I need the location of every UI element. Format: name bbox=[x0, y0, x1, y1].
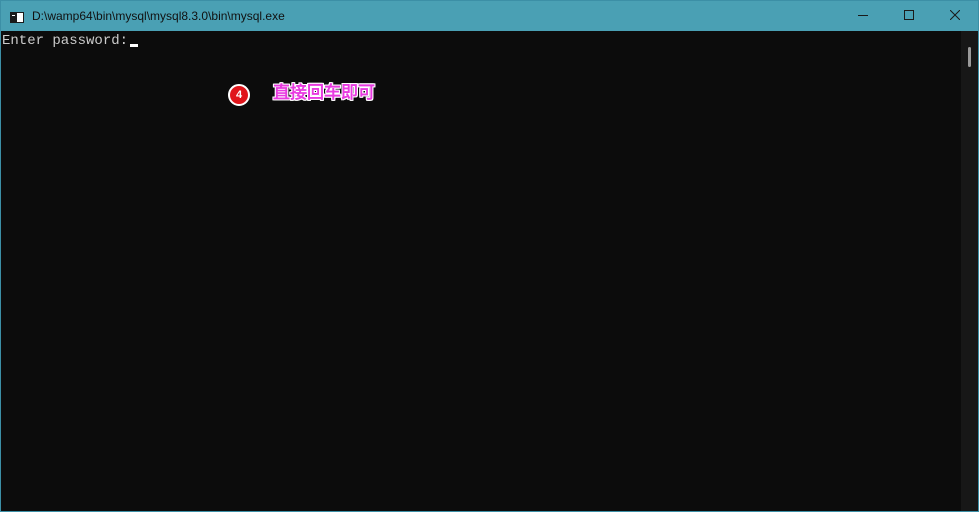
vertical-scrollbar[interactable] bbox=[961, 31, 978, 511]
text-cursor bbox=[130, 44, 138, 47]
close-button[interactable] bbox=[932, 1, 978, 31]
window-title: D:\wamp64\bin\mysql\mysql8.3.0\bin\mysql… bbox=[32, 9, 285, 23]
maximize-button[interactable] bbox=[886, 1, 932, 31]
scrollbar-thumb[interactable] bbox=[968, 47, 971, 67]
minimize-icon bbox=[858, 7, 868, 25]
title-bar[interactable]: D:\wamp64\bin\mysql\mysql8.3.0\bin\mysql… bbox=[1, 1, 978, 31]
minimize-button[interactable] bbox=[840, 1, 886, 31]
password-prompt: Enter password: bbox=[2, 33, 137, 49]
console-output[interactable]: Enter password: 4 直接回车即可 bbox=[1, 31, 961, 511]
console-app-icon bbox=[10, 10, 24, 23]
step-number-badge: 4 bbox=[228, 84, 250, 106]
annotation-text: 直接回车即可 bbox=[273, 83, 375, 103]
console-window: D:\wamp64\bin\mysql\mysql8.3.0\bin\mysql… bbox=[0, 0, 979, 512]
close-icon bbox=[949, 7, 961, 25]
maximize-icon bbox=[904, 7, 914, 25]
